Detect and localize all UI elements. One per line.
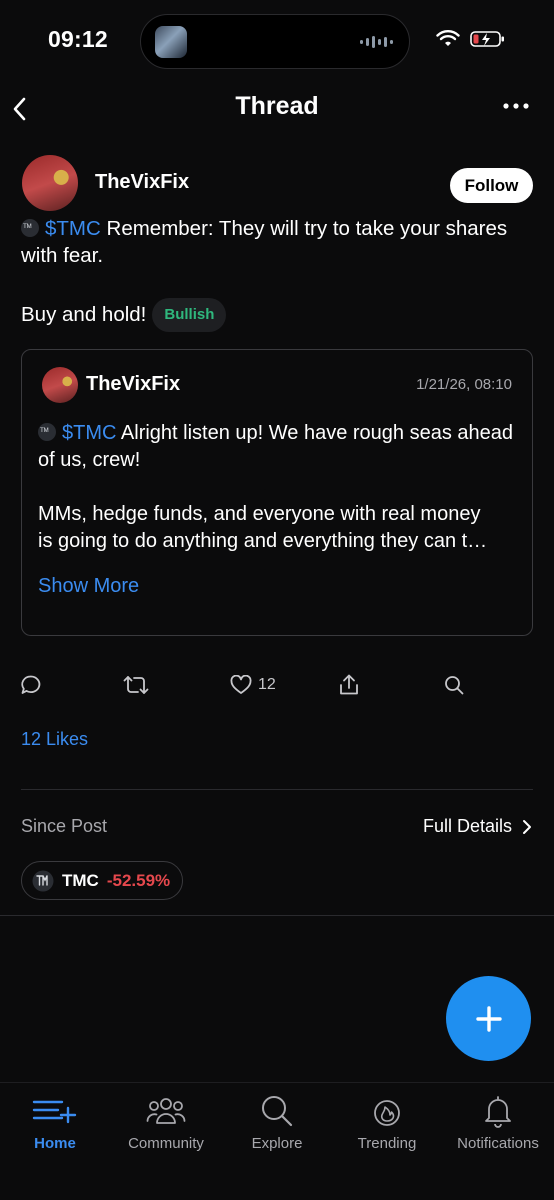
home-icon xyxy=(32,1100,77,1124)
tab-notifications[interactable]: Notifications xyxy=(443,1091,553,1152)
compose-button[interactable] xyxy=(446,976,531,1061)
quoted-post-date: 1/21/26, 08:10 xyxy=(416,376,512,393)
tmc-logo-icon xyxy=(32,870,54,891)
more-options-icon[interactable] xyxy=(502,100,530,112)
audio-wave-icon xyxy=(360,35,393,49)
show-more-link[interactable]: Show More xyxy=(38,575,139,598)
tab-community-label: Community xyxy=(128,1135,204,1152)
dynamic-island xyxy=(140,14,410,69)
author-avatar[interactable] xyxy=(22,155,78,211)
plus-icon xyxy=(475,1005,502,1032)
wifi-icon xyxy=(436,30,460,46)
repost-button[interactable] xyxy=(122,668,150,702)
tmc-logo-icon xyxy=(21,219,39,237)
quoted-text-line2a: MMs, hedge funds, and everyone with real… xyxy=(38,503,481,525)
follow-button[interactable]: Follow xyxy=(450,168,533,203)
status-icons xyxy=(436,30,506,48)
reply-button[interactable] xyxy=(20,668,42,702)
quoted-cashtag-link[interactable]: $TMC xyxy=(62,422,116,444)
post-actions: 12 xyxy=(0,668,554,702)
quoted-text-line2b: is going to do anything and everything t… xyxy=(38,530,488,552)
tab-home-label: Home xyxy=(34,1135,76,1152)
quoted-post-card[interactable]: TheVixFix 1/21/26, 08:10 $TMC Alright li… xyxy=(21,349,533,636)
bell-icon xyxy=(485,1096,511,1128)
tab-explore-label: Explore xyxy=(251,1135,303,1152)
comment-icon xyxy=(21,675,41,694)
share-button[interactable] xyxy=(338,668,360,702)
chip-ticker: TMC xyxy=(62,870,99,890)
tab-explore[interactable]: Explore xyxy=(222,1091,332,1152)
bottom-tab-bar: Home Community Explore Trending Notifica… xyxy=(0,1082,554,1200)
post-text: $TMC Remember: They will try to take you… xyxy=(21,215,536,269)
battery-icon xyxy=(470,31,504,47)
author-name[interactable]: TheVixFix xyxy=(95,171,189,194)
full-details-label: Full Details xyxy=(422,816,512,836)
quoted-author-avatar[interactable] xyxy=(42,367,78,403)
like-button[interactable]: 12 xyxy=(230,668,276,702)
page-title: Thread xyxy=(235,92,319,120)
cashtag-link[interactable]: $TMC xyxy=(45,217,101,240)
tab-home[interactable]: Home xyxy=(0,1091,110,1152)
tab-community[interactable]: Community xyxy=(111,1091,221,1152)
search-post-button[interactable] xyxy=(443,668,465,702)
tab-notifications-label: Notifications xyxy=(457,1135,539,1152)
tmc-logo-icon xyxy=(38,423,56,441)
section-divider xyxy=(0,915,554,916)
repost-icon xyxy=(123,676,149,694)
post-footer-row: Buy and hold! Bullish xyxy=(21,298,227,332)
likes-count-link[interactable]: 12 Likes xyxy=(21,729,88,750)
share-icon xyxy=(340,674,358,695)
chevron-right-icon xyxy=(523,819,531,834)
quoted-author-name[interactable]: TheVixFix xyxy=(86,373,180,396)
chip-change: -52.59% xyxy=(106,870,171,890)
heart-icon xyxy=(230,675,252,694)
community-icon xyxy=(146,1098,186,1124)
section-divider xyxy=(21,789,533,790)
island-thumbnail xyxy=(155,26,187,58)
like-count: 12 xyxy=(258,676,276,693)
since-post-label: Since Post xyxy=(21,816,108,836)
post-text-line2: Buy and hold! xyxy=(21,303,147,326)
sentiment-badge: Bullish xyxy=(152,298,227,332)
status-time: 09:12 xyxy=(48,26,108,52)
search-icon xyxy=(445,676,464,695)
full-details-link[interactable]: Full Details xyxy=(423,816,532,837)
tab-trending[interactable]: Trending xyxy=(332,1091,442,1152)
trending-icon xyxy=(374,1100,400,1126)
status-bar: 09:12 xyxy=(0,0,554,80)
ticker-performance-chip[interactable]: TMC -52.59% xyxy=(21,861,184,900)
thread-header: Thread xyxy=(0,80,554,136)
quoted-post-text: $TMC Alright listen up! We have rough se… xyxy=(38,420,523,555)
tab-trending-label: Trending xyxy=(357,1135,417,1152)
explore-icon xyxy=(262,1096,293,1127)
